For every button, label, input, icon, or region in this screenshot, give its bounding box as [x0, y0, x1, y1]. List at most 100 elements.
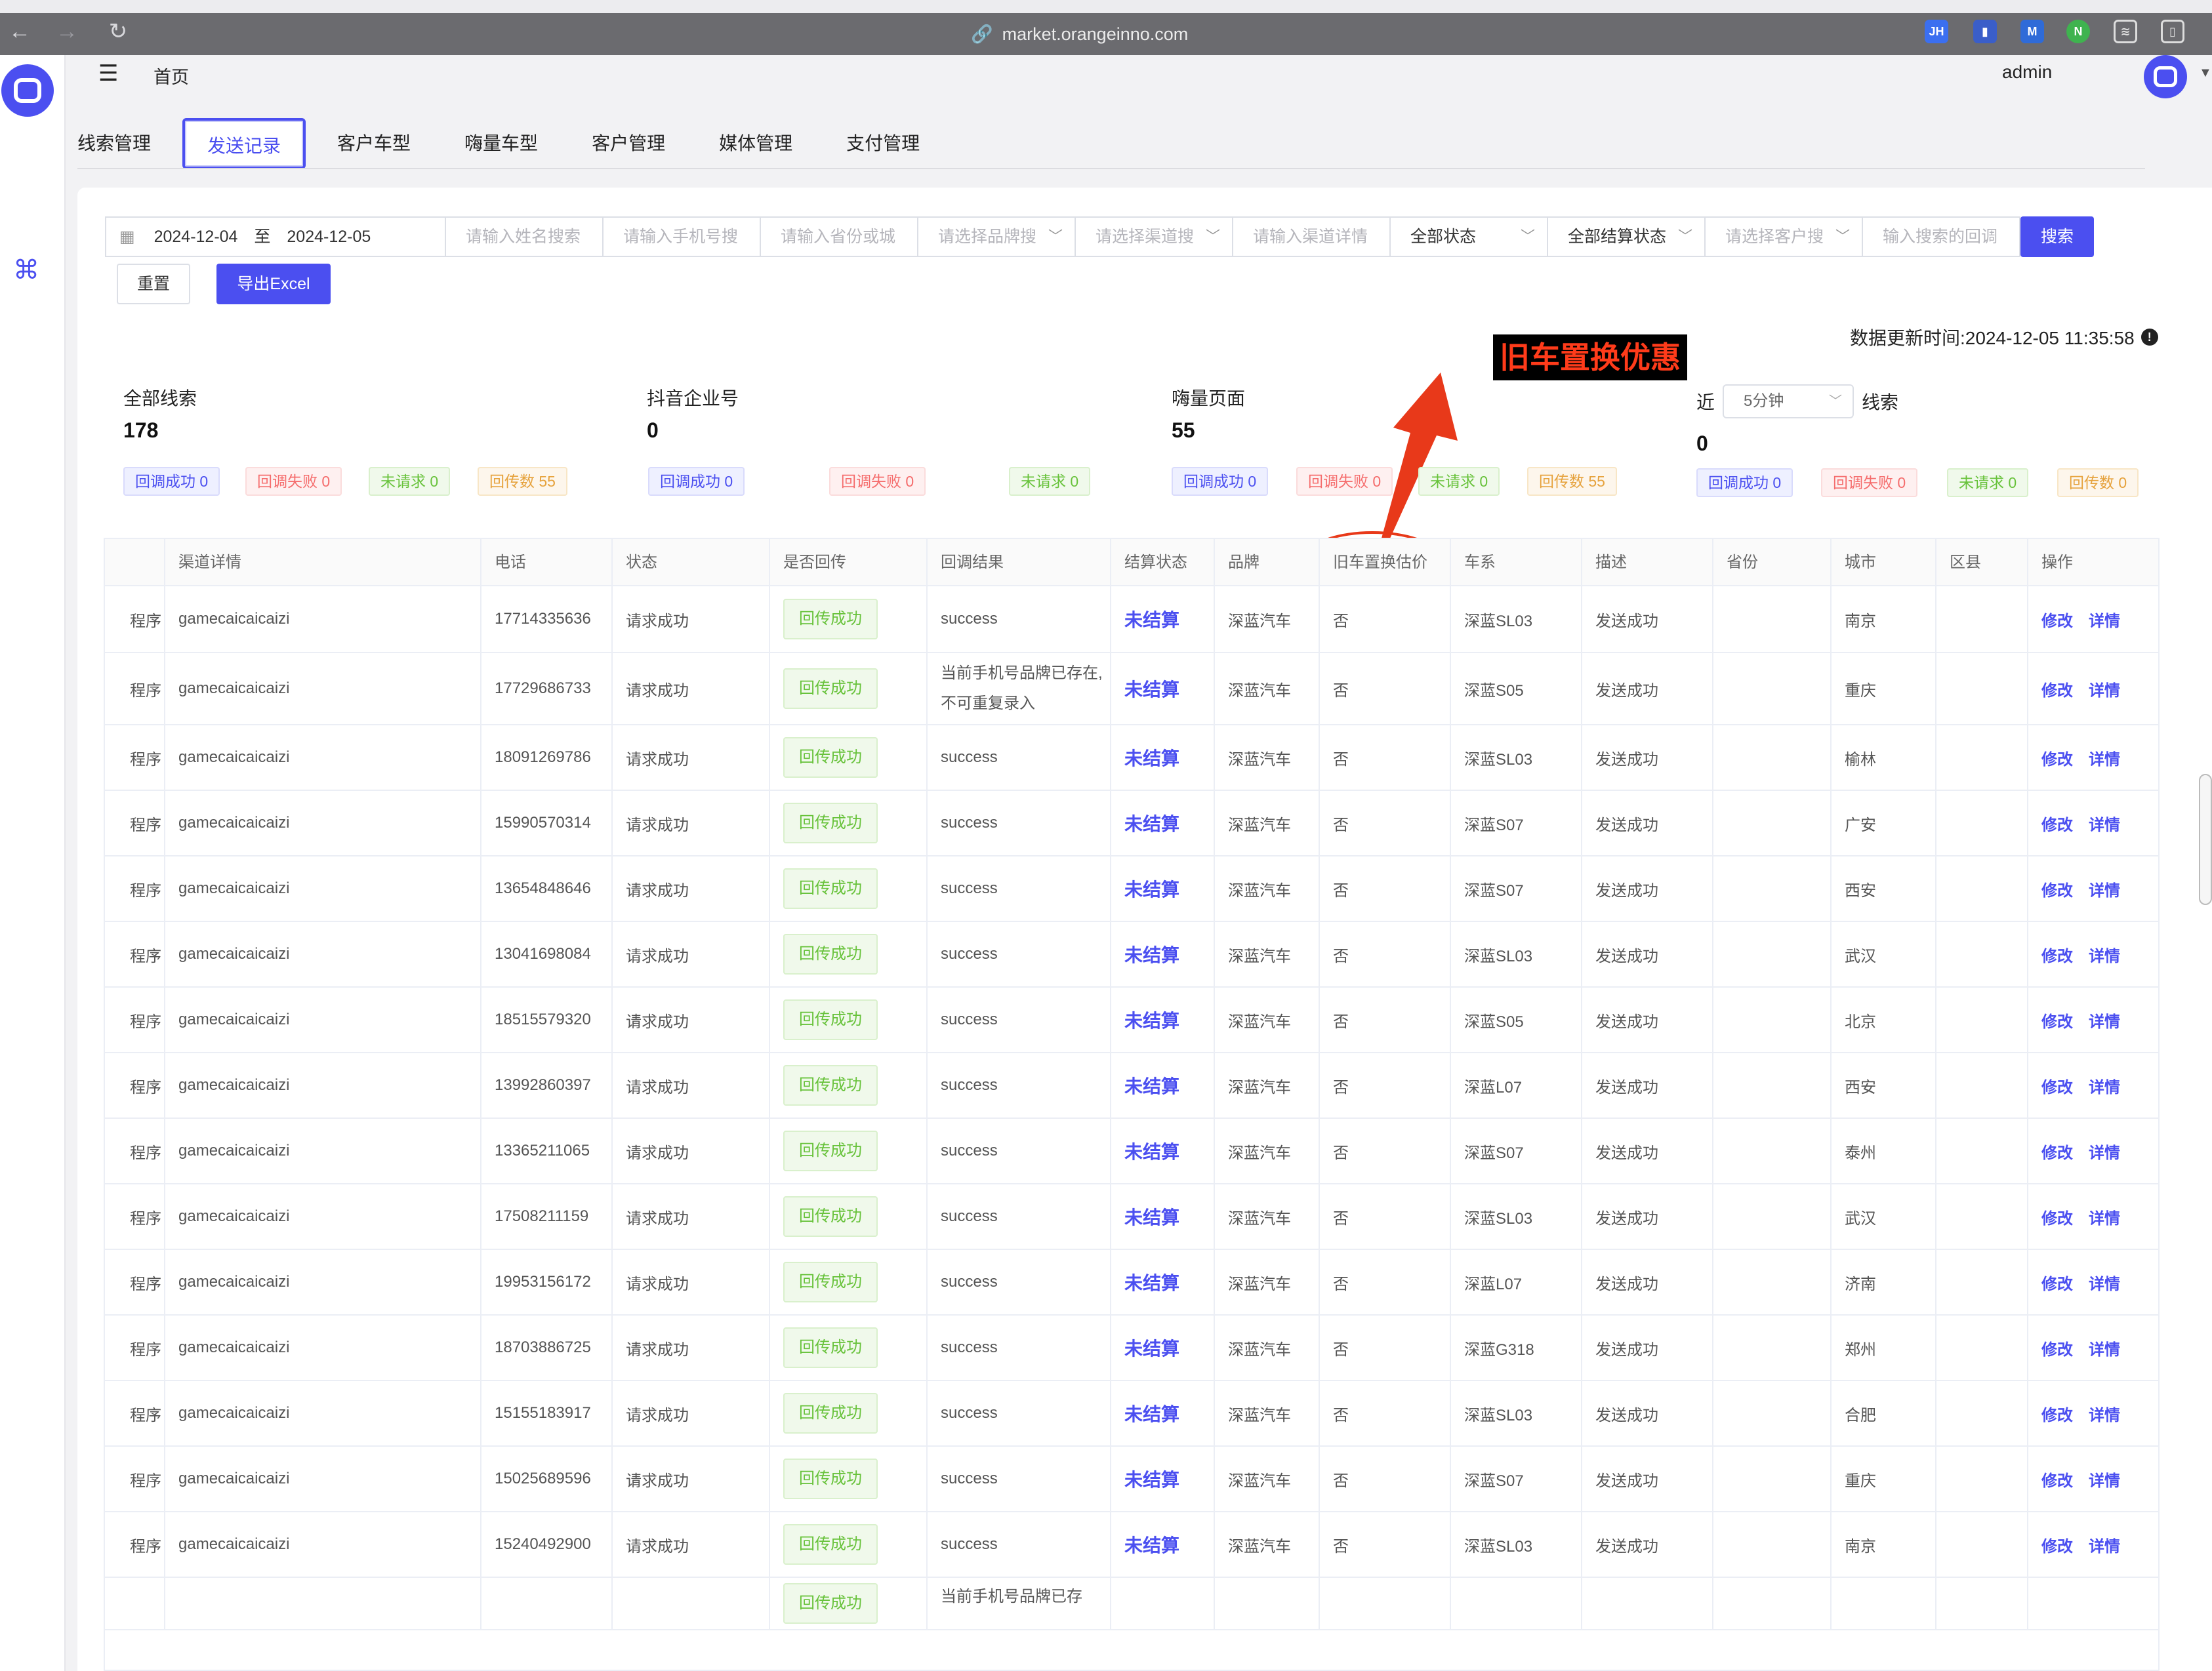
reload-icon[interactable]: ↻ — [105, 18, 131, 45]
settle-status-text[interactable]: 未结算 — [1124, 810, 1179, 836]
tab-leads[interactable]: 线索管理 — [77, 118, 173, 169]
cell-text: 否 — [1333, 1406, 1349, 1424]
edit-link[interactable]: 修改 — [2041, 1468, 2073, 1491]
cell-text: 泰州 — [1845, 1144, 1876, 1162]
sidebar-toggle-icon[interactable]: ▯ — [2161, 20, 2184, 43]
detail-link[interactable]: 详情 — [2089, 1468, 2120, 1491]
edit-link[interactable]: 修改 — [2041, 1271, 2073, 1294]
interval-select[interactable]: 5分钟 ﹀ — [1723, 384, 1854, 418]
edit-link[interactable]: 修改 — [2041, 1009, 2073, 1032]
settle-status-text[interactable]: 未结算 — [1124, 1007, 1179, 1033]
edit-link[interactable]: 修改 — [2041, 1337, 2073, 1359]
cell-city: 西安 — [1832, 856, 1936, 921]
detail-link[interactable]: 详情 — [2089, 608, 2120, 631]
stat-title: 抖音企业号 — [647, 388, 739, 409]
breadcrumb-home[interactable]: 首页 — [154, 63, 189, 89]
edit-link[interactable]: 修改 — [2041, 1533, 2073, 1556]
settle-status-text[interactable]: 未结算 — [1124, 1072, 1179, 1098]
extension-translate-icon[interactable]: ≋ — [2114, 20, 2137, 43]
chevron-down-icon[interactable]: ▼ — [2199, 66, 2212, 81]
apps-grid-icon[interactable]: ⌘ — [12, 256, 41, 285]
menu-fold-icon[interactable]: ☰ — [98, 62, 122, 85]
detail-link[interactable]: 详情 — [2089, 812, 2120, 835]
edit-link[interactable]: 修改 — [2041, 1074, 2073, 1097]
edit-link[interactable]: 修改 — [2041, 943, 2073, 966]
detail-link[interactable]: 详情 — [2089, 1533, 2120, 1556]
tab-customers[interactable]: 客户管理 — [569, 118, 687, 169]
edit-link[interactable]: 修改 — [2041, 677, 2073, 700]
address-bar[interactable]: 🔗 market.orangeinno.com — [971, 21, 1188, 47]
settle-status-select[interactable]: 全部结算状态 ﹀ — [1547, 216, 1706, 257]
tab-send-records[interactable]: 发送记录 — [182, 118, 306, 169]
settle-status-text[interactable]: 未结算 — [1124, 1531, 1179, 1558]
tab-customer-models[interactable]: 客户车型 — [315, 118, 433, 169]
settle-status-text[interactable]: 未结算 — [1124, 744, 1179, 771]
search-button[interactable]: 搜索 — [2020, 216, 2094, 257]
avatar[interactable] — [2144, 55, 2187, 98]
settle-status-text[interactable]: 未结算 — [1124, 1466, 1179, 1492]
detail-link[interactable]: 详情 — [2089, 1009, 2120, 1032]
detail-link[interactable]: 详情 — [2089, 1074, 2120, 1097]
detail-link[interactable]: 详情 — [2089, 1402, 2120, 1425]
settle-status-text[interactable]: 未结算 — [1124, 675, 1179, 702]
edit-link[interactable]: 修改 — [2041, 608, 2073, 631]
detail-link[interactable]: 详情 — [2089, 677, 2120, 700]
edit-link[interactable]: 修改 — [2041, 812, 2073, 835]
detail-link[interactable]: 详情 — [2089, 943, 2120, 966]
cell-city: 北京 — [1832, 988, 1936, 1052]
settle-status-text[interactable]: 未结算 — [1124, 1335, 1179, 1361]
detail-link[interactable]: 详情 — [2089, 1337, 2120, 1359]
name-search-input[interactable]: 请输入姓名搜索 — [445, 216, 604, 257]
settle-status-text[interactable]: 未结算 — [1124, 1269, 1179, 1295]
th-col-city: 城市 — [1832, 539, 1936, 586]
edit-link[interactable]: 修改 — [2041, 1140, 2073, 1163]
extension-n-icon[interactable]: N — [2066, 20, 2090, 43]
tab-hailiang-models[interactable]: 嗨量车型 — [442, 118, 560, 169]
tab-media[interactable]: 媒体管理 — [697, 118, 815, 169]
edit-link[interactable]: 修改 — [2041, 746, 2073, 769]
edit-link[interactable]: 修改 — [2041, 1402, 2073, 1425]
extension-m-icon[interactable]: M — [2020, 20, 2044, 43]
status-select[interactable]: 全部状态 ﹀ — [1389, 216, 1548, 257]
customer-select[interactable]: 请选择客户搜 ﹀ — [1704, 216, 1863, 257]
extension-bookmark-icon[interactable]: ▮ — [1973, 20, 1997, 43]
app-logo[interactable] — [1, 64, 54, 117]
info-icon[interactable]: ! — [2140, 329, 2158, 346]
user-name[interactable]: admin — [2002, 62, 2052, 83]
detail-link[interactable]: 详情 — [2089, 746, 2120, 769]
cell-text: gamecaicaicaizi — [178, 610, 290, 628]
tab-payments[interactable]: 支付管理 — [824, 118, 942, 169]
phone-search-input[interactable]: 请输入手机号搜 — [602, 216, 761, 257]
settle-status-text[interactable]: 未结算 — [1124, 1203, 1179, 1230]
detail-link[interactable]: 详情 — [2089, 1140, 2120, 1163]
forward-icon[interactable]: → — [54, 18, 80, 45]
detail-link[interactable]: 详情 — [2089, 877, 2120, 900]
province-search-input[interactable]: 请输入省份或城 — [760, 216, 918, 257]
chevron-down-icon: ﹀ — [1520, 228, 1535, 245]
settle-status-text[interactable]: 未结算 — [1124, 941, 1179, 967]
extension-jh-icon[interactable]: JH — [1925, 20, 1948, 43]
settle-status-text[interactable]: 未结算 — [1124, 1400, 1179, 1426]
reset-button[interactable]: 重置 — [117, 264, 190, 304]
settle-status-text[interactable]: 未结算 — [1124, 606, 1179, 632]
detail-link[interactable]: 详情 — [2089, 1205, 2120, 1228]
edit-link[interactable]: 修改 — [2041, 877, 2073, 900]
cell-status — [613, 1578, 770, 1629]
vertical-scrollbar[interactable] — [2199, 774, 2212, 905]
edit-link[interactable]: 修改 — [2041, 1205, 2073, 1228]
cell-return: 回传成功 — [770, 1381, 928, 1445]
channel-detail-input[interactable]: 请输入渠道详情 — [1232, 216, 1391, 257]
date-range-picker[interactable]: ▦ 2024-12-04 至 2024-12-05 — [105, 216, 446, 257]
callback-search-input[interactable]: 输入搜索的回调 — [1862, 216, 2020, 257]
detail-link[interactable]: 详情 — [2089, 1271, 2120, 1294]
settle-status-text[interactable]: 未结算 — [1124, 1138, 1179, 1164]
tag-callback-fail: 回调失败 0 — [1296, 467, 1393, 496]
export-excel-button[interactable]: 导出Excel — [216, 264, 331, 304]
back-icon[interactable]: ← — [7, 18, 33, 45]
brand-select[interactable]: 请选择品牌搜 ﹀ — [917, 216, 1076, 257]
settle-status-text[interactable]: 未结算 — [1124, 876, 1179, 902]
channel-select[interactable]: 请选择渠道搜 ﹀ — [1075, 216, 1233, 257]
tag-not-requested: 未请求 0 — [1418, 467, 1500, 496]
cell-series: 深蓝S07 — [1451, 1447, 1582, 1511]
cell-actions — [2028, 1578, 2158, 1629]
